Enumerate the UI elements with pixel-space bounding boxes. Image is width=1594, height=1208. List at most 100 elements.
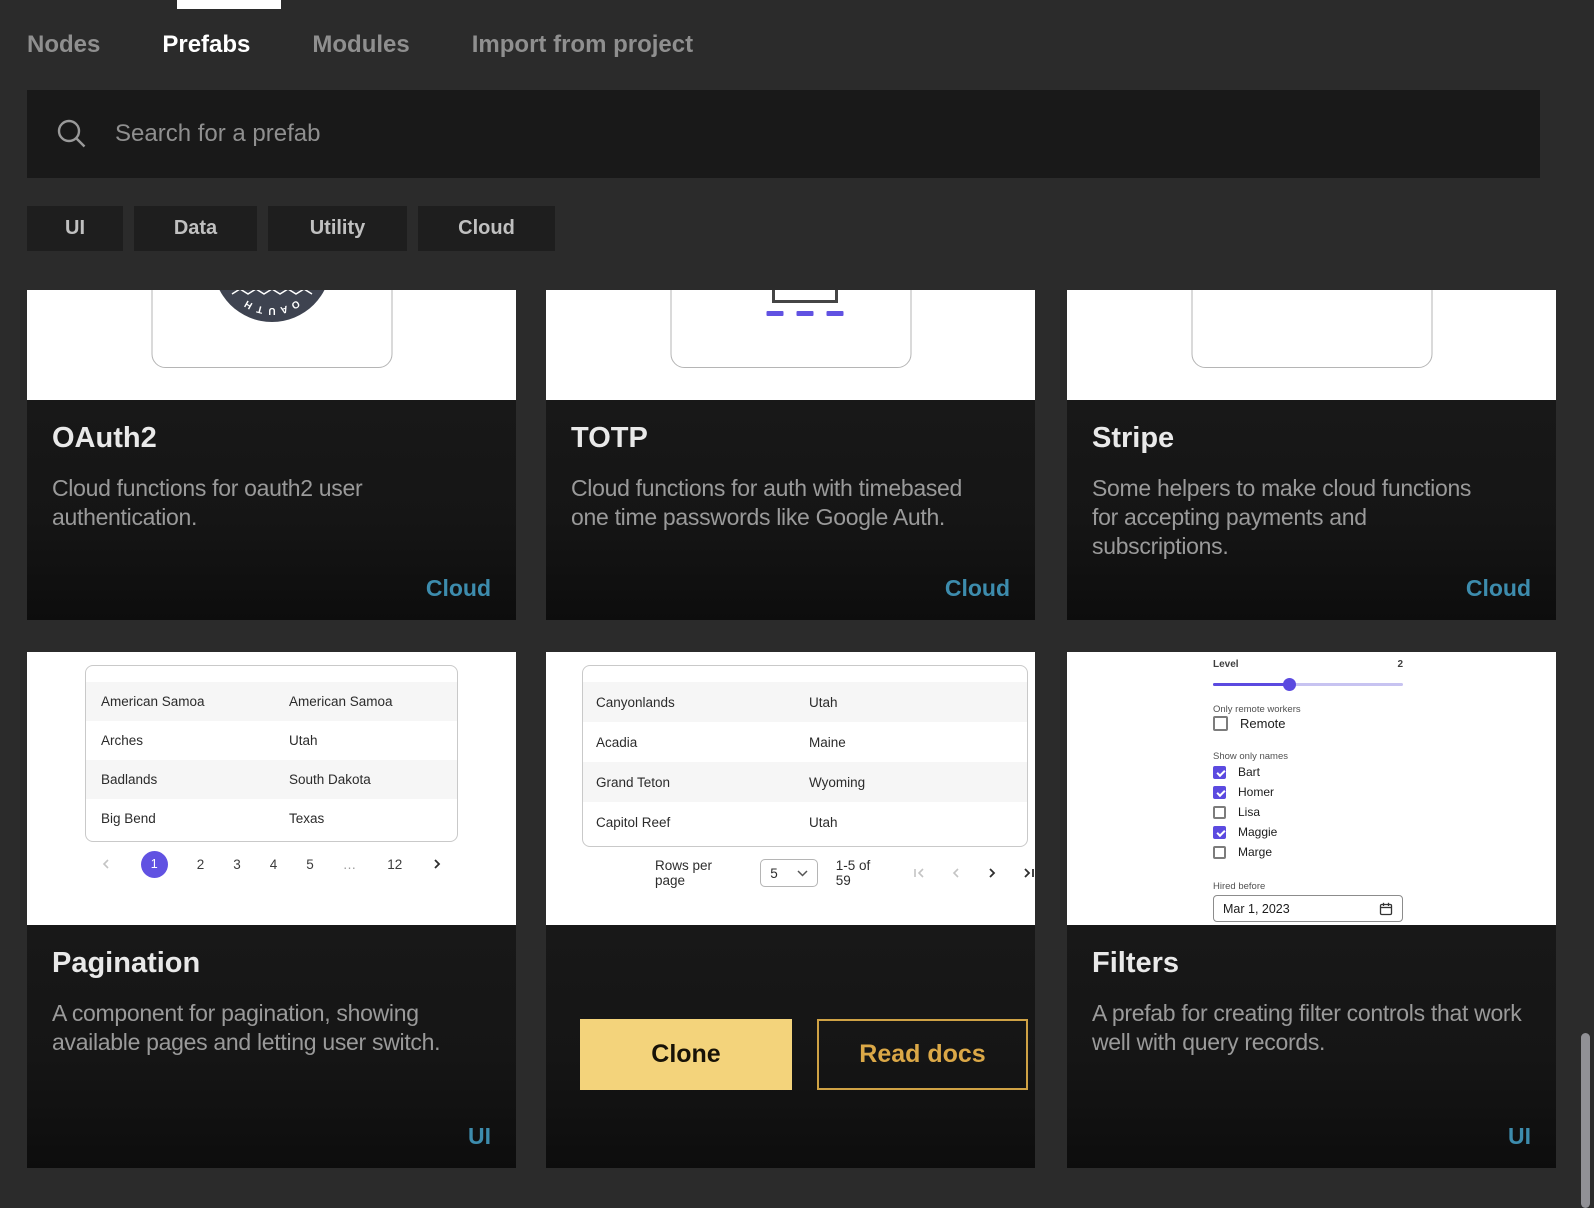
tab-bar: Nodes Prefabs Modules Import from projec…: [27, 0, 693, 90]
read-docs-button[interactable]: Read docs: [817, 1019, 1028, 1090]
card-description: A prefab for creating filter controls th…: [1092, 999, 1554, 1057]
card-title: Stripe: [1092, 422, 1174, 455]
table-row: Acadia Maine: [583, 722, 1027, 762]
table-nav-icons: [913, 867, 1035, 879]
previous-page-icon: [950, 867, 962, 879]
card-description: Cloud functions for auth with timebased …: [571, 474, 966, 532]
level-value: 2: [1397, 659, 1403, 670]
totp-code-dashes-icon: [766, 311, 843, 316]
level-slider-labels: Level 2: [1213, 659, 1403, 670]
svg-text:U: U: [268, 305, 275, 316]
card-filters[interactable]: Level 2 Only remote workers Remote Show …: [1067, 652, 1556, 1168]
names-group-label: Show only names: [1213, 751, 1288, 762]
page-number-active: 1: [141, 851, 168, 878]
table-row: American Samoa American Samoa: [86, 682, 457, 721]
card-tag: Cloud: [1466, 575, 1531, 602]
pagination-controls: 1 2 3 4 5 … 12: [27, 849, 516, 879]
chip-utility[interactable]: Utility: [268, 206, 407, 251]
card-totp[interactable]: TOTP Cloud functions for auth with timeb…: [546, 290, 1035, 620]
chip-ui[interactable]: UI: [27, 206, 123, 251]
search-input[interactable]: [115, 120, 1512, 148]
page-number: 5: [306, 857, 314, 872]
chip-data[interactable]: Data: [134, 206, 257, 251]
pages-ellipsis: …: [343, 857, 359, 872]
checkbox-lisa: Lisa: [1213, 805, 1260, 819]
next-page-icon: [986, 867, 998, 879]
table-row: Big Bend Texas: [86, 799, 457, 838]
card-pagination-preview: American Samoa American Samoa Arches Uta…: [27, 652, 516, 925]
page-number: 3: [233, 857, 241, 872]
table-row: Grand Teton Wyoming: [583, 762, 1027, 802]
checkbox-icon: [1213, 826, 1226, 839]
preview-table: Canyonlands Utah Acadia Maine Grand Teto…: [582, 665, 1028, 847]
rows-per-page-label: Rows per page: [655, 858, 742, 888]
range-label: 1-5 of 59: [836, 858, 887, 888]
checkbox-icon: [1213, 716, 1228, 731]
table-row: Arches Utah: [86, 721, 457, 760]
vertical-scrollbar-thumb[interactable]: [1581, 1033, 1590, 1208]
card-query-table-hover-actions: Clone Read docs: [546, 925, 1035, 1168]
slider-thumb-icon: [1283, 678, 1296, 691]
checkbox-icon: [1213, 786, 1226, 799]
card-query-table-preview: Canyonlands Utah Acadia Maine Grand Teto…: [546, 652, 1035, 925]
checkbox-icon: [1213, 806, 1226, 819]
card-totp-info: TOTP Cloud functions for auth with timeb…: [546, 400, 1035, 620]
card-description: Cloud functions for oauth2 user authenti…: [52, 474, 492, 532]
checkbox-bart: Bart: [1213, 765, 1260, 779]
table-row: Capitol Reef Utah: [583, 802, 1027, 842]
tab-import-from-project[interactable]: Import from project: [472, 31, 693, 59]
page-number: 12: [387, 857, 402, 872]
page-number: 2: [197, 857, 205, 872]
search-icon: [55, 117, 89, 151]
checkbox-icon: [1213, 766, 1226, 779]
chevron-down-icon: [797, 870, 808, 877]
card-title: OAuth2: [52, 422, 157, 455]
level-slider: [1213, 678, 1403, 691]
hired-before-label: Hired before: [1213, 881, 1265, 892]
first-page-icon: [913, 867, 926, 879]
last-page-icon: [1022, 867, 1035, 879]
totp-display-icon: [772, 290, 838, 303]
tab-prefabs[interactable]: Prefabs: [162, 31, 250, 59]
card-pagination[interactable]: American Samoa American Samoa Arches Uta…: [27, 652, 516, 1168]
card-filters-info: Filters A prefab for creating filter con…: [1067, 925, 1556, 1168]
card-stripe-info: Stripe Some helpers to make cloud functi…: [1067, 400, 1556, 620]
checkbox-maggie: Maggie: [1213, 825, 1277, 839]
card-totp-preview: [546, 290, 1035, 400]
checkbox-remote: Remote: [1213, 716, 1286, 731]
card-oauth2-preview: H T U A O: [27, 290, 516, 400]
checkbox-homer: Homer: [1213, 785, 1274, 799]
card-tag: Cloud: [945, 575, 1010, 602]
card-stripe[interactable]: Stripe Some helpers to make cloud functi…: [1067, 290, 1556, 620]
search-bar[interactable]: [27, 90, 1540, 178]
rows-per-page-controls: Rows per page 5 1-5 of 59: [655, 858, 1035, 888]
card-oauth2[interactable]: H T U A O OAuth2 Cloud functions for oau…: [27, 290, 516, 620]
tab-modules[interactable]: Modules: [312, 31, 409, 59]
table-row: Badlands South Dakota: [86, 760, 457, 799]
rows-per-page-select: 5: [760, 859, 817, 887]
clone-button[interactable]: Clone: [580, 1019, 792, 1090]
level-label: Level: [1213, 659, 1239, 670]
preview-frame: [1191, 290, 1432, 368]
card-query-table[interactable]: Canyonlands Utah Acadia Maine Grand Teto…: [546, 652, 1035, 1168]
oauth-badge-icon: H T U A O: [210, 290, 334, 323]
card-tag: UI: [468, 1123, 491, 1150]
card-title: Filters: [1092, 947, 1179, 980]
card-description: A component for pagination, showing avai…: [52, 999, 502, 1057]
card-tag: UI: [1508, 1123, 1531, 1150]
checkbox-marge: Marge: [1213, 845, 1272, 859]
card-oauth2-info: OAuth2 Cloud functions for oauth2 user a…: [27, 400, 516, 620]
table-row: Canyonlands Utah: [583, 682, 1027, 722]
preview-table: American Samoa American Samoa Arches Uta…: [85, 665, 458, 842]
chevron-right-icon: [431, 858, 443, 870]
chip-cloud[interactable]: Cloud: [418, 206, 555, 251]
card-title: Pagination: [52, 947, 200, 980]
card-filters-preview: Level 2 Only remote workers Remote Show …: [1067, 652, 1556, 925]
filter-chip-row: UI Data Utility Cloud: [27, 206, 555, 251]
calendar-icon: [1379, 902, 1393, 916]
card-stripe-preview: [1067, 290, 1556, 400]
hired-before-date-input: Mar 1, 2023: [1213, 895, 1403, 922]
checkbox-icon: [1213, 846, 1226, 859]
tab-nodes[interactable]: Nodes: [27, 31, 100, 59]
card-title: TOTP: [571, 422, 648, 455]
